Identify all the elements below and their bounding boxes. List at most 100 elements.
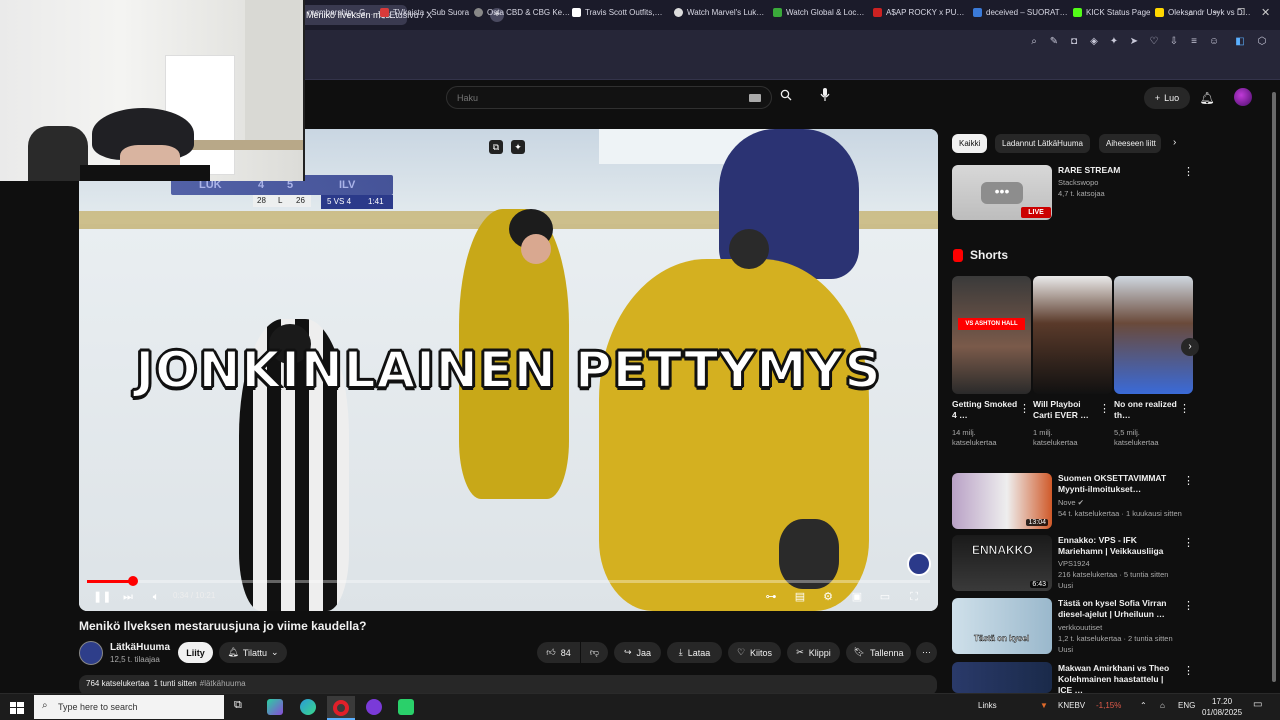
progress-bar[interactable] [87, 576, 930, 586]
rec-channel[interactable]: Nove ✔ [1058, 498, 1084, 508]
bookmark-item[interactable]: KICK Status Page [1073, 5, 1150, 19]
close-window-icon[interactable]: ✕ [1261, 6, 1270, 19]
extension-icon[interactable]: ✦ [1108, 36, 1120, 48]
send-icon[interactable]: ➤ [1128, 36, 1140, 48]
save-button[interactable]: 🔖︎ Tallenna [846, 642, 911, 663]
search-button[interactable] [776, 88, 796, 108]
dislike-button[interactable]: 👎︎ [581, 642, 608, 663]
rec-thumbnail[interactable]: 13:04 [952, 473, 1052, 529]
discord-icon[interactable] [366, 699, 382, 715]
settings-icon[interactable]: ⬡ [1256, 36, 1268, 48]
copy-icon[interactable]: ⧉ [489, 140, 503, 154]
join-button[interactable]: Liity [178, 642, 213, 663]
taskbar-search-input[interactable]: Type here to search [34, 695, 224, 719]
heart-icon[interactable]: ♡ [1148, 36, 1160, 48]
channel-name[interactable]: LätkäHuuma [110, 642, 170, 653]
bookmark-item[interactable]: membership - G… [308, 5, 373, 19]
chip-related[interactable]: Aiheeseen liitt [1099, 134, 1161, 153]
more-options-icon[interactable]: ⋮ [1183, 536, 1194, 549]
pause-button[interactable]: ❚❚ [93, 589, 111, 605]
sparkle-icon[interactable]: ✦ [511, 140, 525, 154]
create-button[interactable]: + Luo [1144, 87, 1190, 109]
more-options-icon[interactable]: ⋮ [1179, 402, 1190, 415]
miniplayer-icon[interactable]: ▣ [850, 589, 864, 605]
more-options-icon[interactable]: ⋮ [1183, 474, 1194, 487]
next-button[interactable]: ⏭︎ [121, 589, 135, 605]
bookmark-item[interactable]: Watch Marvel's Luk… [674, 5, 764, 19]
chevron-right-icon[interactable]: › [1173, 137, 1176, 148]
edit-icon[interactable]: ✎ [1048, 36, 1060, 48]
scrollbar-thumb[interactable] [1272, 92, 1276, 682]
search-input[interactable] [457, 87, 737, 108]
rec-thumbnail[interactable] [952, 662, 1052, 693]
bookmark-item[interactable]: TVkaista - Sub Suora [380, 5, 469, 19]
rec-title[interactable]: Ennakko: VPS - IFK Mariehamn | Veikkausl… [1058, 535, 1176, 557]
camera-icon[interactable]: ◘ [1068, 36, 1080, 48]
download-button[interactable]: ⤓ Lataa [667, 642, 722, 663]
chevron-up-icon[interactable]: ⌃ [1140, 701, 1147, 710]
live-channel[interactable]: Stackswopo [1058, 178, 1098, 188]
notifications-bell-icon[interactable]: 🔔︎ [1199, 90, 1215, 106]
rec-channel[interactable]: verkkouutiset [1058, 623, 1102, 633]
voice-search-button[interactable] [815, 88, 835, 108]
edge-icon[interactable] [300, 699, 316, 715]
rec-title[interactable]: Suomen OKSETTAVIMMAT Myynti-ilmoitukset… [1058, 473, 1176, 495]
hashtag[interactable]: #lätkähuuma [200, 679, 246, 688]
bookmark-item[interactable]: Oleksandr Usyk vs D… [1155, 5, 1251, 19]
video-player[interactable]: LUK 4 5 ILV 28 L 26 5 VS 4 1:41 ⧉ ✦ JONK… [79, 129, 938, 611]
windows-start-icon[interactable] [10, 701, 24, 714]
more-options-icon[interactable]: ⋮ [1183, 664, 1194, 677]
channel-watermark[interactable] [907, 552, 931, 576]
menu-icon[interactable]: ≡ [1188, 36, 1200, 48]
bookmark-item[interactable]: Watch Global & Loc… [773, 5, 864, 19]
rec-channel[interactable]: VPS1924 [1058, 559, 1090, 569]
profile-icon[interactable]: ☺ [1208, 36, 1220, 48]
fullscreen-icon[interactable]: ⛶ [907, 589, 921, 605]
zoom-icon[interactable]: ⌕ [1028, 36, 1040, 48]
clock-time[interactable]: 17.20 [1212, 697, 1232, 706]
clock-date[interactable]: 01/08/2025 [1202, 708, 1242, 717]
notifications-icon[interactable]: ▭ [1253, 699, 1262, 710]
rec-title[interactable]: Makwan Amirkhani vs Theo Kolehmainen haa… [1058, 663, 1176, 696]
shorts-next-button[interactable]: › [1181, 338, 1199, 356]
network-icon[interactable]: ⌂ [1160, 701, 1165, 710]
bookmark-item[interactable]: Travis Scott Outfits,… [572, 5, 663, 19]
more-options-icon[interactable]: ⋮ [1019, 402, 1030, 415]
short-thumbnail[interactable] [1114, 276, 1193, 394]
more-options-icon[interactable]: ⋮ [1099, 402, 1110, 415]
shield-icon[interactable]: ◈ [1088, 36, 1100, 48]
bookmark-item[interactable]: deceived – SUORAT… [973, 5, 1068, 19]
task-view-icon[interactable]: ⧉ [234, 699, 242, 712]
short-title[interactable]: No one realized th… [1114, 399, 1178, 421]
short-title[interactable]: Getting Smoked 4 … [952, 399, 1022, 421]
input-language[interactable]: ENG [1178, 701, 1195, 710]
more-options-icon[interactable]: ⋮ [1183, 165, 1194, 178]
keyboard-icon[interactable] [749, 94, 761, 102]
thanks-button[interactable]: ♡ Kiitos [728, 642, 781, 663]
clip-button[interactable]: ✂ Klippi [787, 642, 840, 663]
short-title[interactable]: Will Playboi Carti EVER … [1033, 399, 1097, 421]
bookmark-item[interactable]: Osta CBD & CBG Ke… [474, 5, 570, 19]
subtitles-icon[interactable]: ▤ [793, 589, 807, 605]
sidebar-icon[interactable]: ◧ [1234, 36, 1246, 48]
download-icon[interactable]: ⇩ [1168, 36, 1180, 48]
chip-all[interactable]: Kaikki [952, 134, 988, 153]
settings-gear-icon[interactable]: ⚙︎ [821, 589, 835, 605]
theater-mode-icon[interactable]: ▭ [878, 589, 892, 605]
rec-thumbnail[interactable]: ENNAKKO 6:43 [952, 535, 1052, 591]
like-button[interactable]: 👍︎ 84 [537, 642, 580, 663]
subscribed-button[interactable]: 🔔︎ Tilattu ⌄ [219, 642, 287, 663]
share-button[interactable]: ↪ Jaa [614, 642, 661, 663]
account-avatar[interactable] [1234, 88, 1252, 106]
rec-title[interactable]: Tästä on kysel Sofia Virran diesel-ajelu… [1058, 598, 1176, 620]
volume-icon[interactable]: 🔈︎ [149, 589, 163, 605]
links-toolbar[interactable]: Links [978, 701, 997, 710]
stock-ticker[interactable]: KNEBV [1058, 701, 1085, 710]
live-title[interactable]: RARE STREAM [1058, 165, 1120, 176]
app-icon[interactable] [398, 699, 414, 715]
autoplay-toggle[interactable]: ⊶ [761, 589, 781, 605]
channel-avatar[interactable] [79, 641, 103, 665]
rec-thumbnail[interactable]: Tästä on kysel [952, 598, 1052, 654]
description-box[interactable]: 764 katselukertaa 1 tunti sitten #lätkähu… [79, 675, 937, 695]
more-actions-button[interactable]: ⋯ [916, 642, 937, 663]
